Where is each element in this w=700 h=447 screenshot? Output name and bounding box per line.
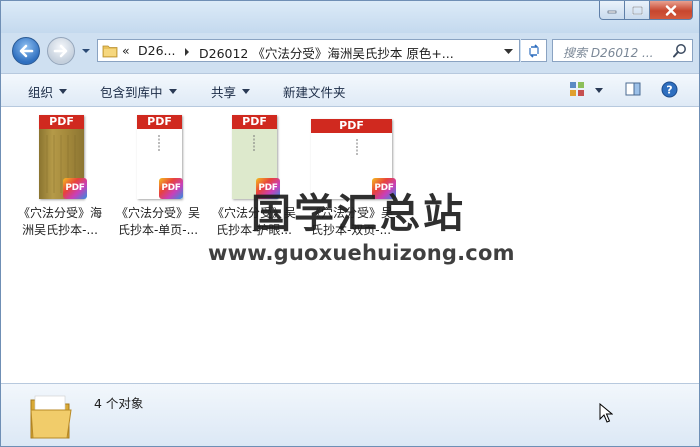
- details-pane: 4 个对象: [1, 383, 699, 446]
- folder-icon: [102, 45, 118, 58]
- chevron-down-icon: [242, 89, 251, 94]
- watermark-url: www.guoxuehuizong.com: [208, 241, 515, 265]
- file-name: 《穴法分受》吴 氏抄本-单页-...: [115, 206, 200, 237]
- refresh-icon: [528, 43, 539, 58]
- file-list-area[interactable]: PDF PDF 《穴法分受》海 洲吴氏抄本-... PDF PDF 《穴法分受》: [1, 107, 699, 383]
- search-box[interactable]: 搜索 D26012 ...: [552, 39, 693, 62]
- forward-button[interactable]: [47, 37, 75, 65]
- file-name: 《穴法分受》海 洲吴氏抄本-...: [17, 206, 102, 237]
- include-library-label: 包含到库中: [100, 85, 163, 100]
- pdf-type-label: PDF: [39, 115, 84, 129]
- svg-text:?: ?: [666, 84, 672, 97]
- forward-arrow-icon: [53, 44, 68, 58]
- new-folder-button[interactable]: 新建文件夹: [283, 82, 346, 101]
- window-controls: [599, 1, 693, 20]
- item-count: 4 个对象: [94, 396, 144, 411]
- new-folder-label: 新建文件夹: [283, 85, 346, 100]
- organize-label: 组织: [28, 85, 54, 100]
- pdf-app-badge: PDF: [63, 178, 87, 199]
- cursor-icon: [599, 403, 613, 423]
- share-label: 共享: [211, 85, 237, 100]
- chevron-down-icon: [59, 89, 68, 94]
- watermark-title: 国学汇总站: [251, 191, 466, 237]
- command-bar: 组织 包含到库中 共享 新建文件夹 ?: [1, 73, 699, 107]
- pdf-type-label: PDF: [137, 115, 182, 129]
- breadcrumb-current[interactable]: D26012 《穴法分受》海洲吴氏抄本 原色+...: [199, 43, 454, 62]
- refresh-button[interactable]: [521, 39, 547, 62]
- preview-pane-icon[interactable]: [625, 81, 641, 97]
- maximize-icon: [631, 5, 643, 15]
- search-icon[interactable]: [673, 43, 687, 58]
- minimize-button[interactable]: [599, 1, 625, 20]
- chevron-down-icon: [168, 89, 177, 94]
- folder-icon: [30, 395, 72, 439]
- close-button[interactable]: [650, 1, 693, 20]
- address-overflow-chevron[interactable]: «: [122, 43, 130, 58]
- search-placeholder[interactable]: 搜索 D26012 ...: [563, 44, 654, 61]
- maximize-button[interactable]: [625, 1, 650, 20]
- recent-pages-dropdown-icon[interactable]: [81, 47, 91, 55]
- title-bar: [1, 1, 699, 33]
- address-dropdown-icon[interactable]: [504, 48, 513, 55]
- breadcrumb-parent[interactable]: D26...: [138, 43, 175, 58]
- address-bar[interactable]: « D26... D26012 《穴法分受》海洲吴氏抄本 原色+...: [97, 39, 520, 62]
- pdf-type-label: PDF: [311, 119, 392, 133]
- include-in-library-menu[interactable]: 包含到库中: [100, 82, 177, 101]
- organize-menu[interactable]: 组织: [28, 82, 68, 101]
- back-button[interactable]: [12, 37, 40, 65]
- minimize-icon: [607, 10, 617, 14]
- explorer-window: « D26... D26012 《穴法分受》海洲吴氏抄本 原色+... 搜索 D…: [0, 0, 700, 447]
- navigation-row: « D26... D26012 《穴法分受》海洲吴氏抄本 原色+... 搜索 D…: [1, 33, 699, 73]
- view-options-dropdown-icon[interactable]: [595, 88, 603, 93]
- breadcrumb-separator-icon[interactable]: [184, 48, 190, 56]
- view-icon[interactable]: [569, 81, 585, 97]
- help-icon[interactable]: ?: [661, 81, 678, 98]
- pdf-type-label: PDF: [232, 115, 277, 129]
- share-menu[interactable]: 共享: [211, 82, 251, 101]
- pdf-app-badge: PDF: [159, 178, 183, 199]
- close-icon: [665, 4, 677, 16]
- back-arrow-icon: [19, 44, 34, 58]
